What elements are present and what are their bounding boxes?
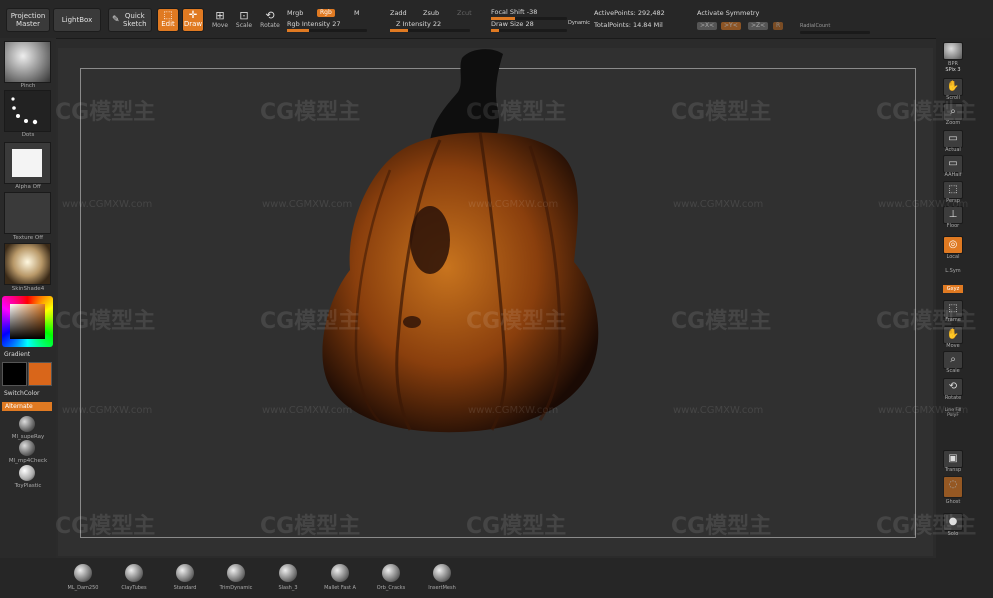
watermark-url: www.CGMXW.com	[262, 405, 353, 416]
watermark-logo: CG模型主	[876, 100, 977, 125]
watermark-logo: CG模型主	[671, 309, 772, 334]
scale-view-label: Scale	[946, 368, 960, 374]
actual-button[interactable]: ▭	[943, 130, 963, 148]
watermark-logo: CG模型主	[55, 309, 156, 334]
watermark-logo: CG模型主	[260, 100, 361, 125]
brush-standard-label: Standard	[173, 585, 197, 591]
rotate-view-icon: ⟲	[948, 381, 958, 392]
watermark-logo: CG模型主	[260, 514, 361, 539]
persp-button[interactable]: ⬚	[943, 181, 963, 199]
watermark-url: www.CGMXW.com	[262, 199, 353, 210]
lsym-button[interactable]: L.Sym	[938, 268, 968, 274]
xyz-button[interactable]: Gxyz	[943, 285, 963, 293]
brush-trimdynamic-label: TrimDynamic	[219, 585, 253, 591]
pumpkin-cavity	[410, 206, 450, 274]
transp-button[interactable]: ▣	[943, 450, 963, 468]
rotate-view-button[interactable]: ⟲	[943, 378, 963, 396]
local-button[interactable]: ◎	[943, 236, 963, 254]
brush-claytubes[interactable]	[125, 564, 143, 582]
watermark-url: www.CGMXW.com	[468, 405, 559, 416]
actual-icon: ▭	[948, 133, 958, 144]
local-icon: ◎	[948, 239, 958, 250]
watermark-logo: CG模型主	[466, 514, 567, 539]
brush-slash3-label: Slash_3	[278, 585, 298, 591]
brush-ml-dam250-label: ML_Dam250	[67, 585, 99, 591]
aahalf-label: AAHalf	[944, 172, 962, 178]
brush-mallet-fast[interactable]	[331, 564, 349, 582]
watermark-logo: CG模型主	[466, 309, 567, 334]
spix-label[interactable]: SPix 3	[938, 67, 968, 73]
brush-mallet-fast-label: Mallet Fast A	[324, 585, 356, 591]
persp-icon: ⬚	[948, 184, 958, 195]
transp-icon: ▣	[948, 453, 958, 464]
watermark-logo: CG模型主	[55, 100, 156, 125]
watermark-url: www.CGMXW.com	[468, 199, 559, 210]
scroll-icon: ✋	[946, 81, 960, 92]
ghost-icon: ◌	[948, 479, 958, 490]
aahalf-button[interactable]: ▭	[943, 155, 963, 173]
bottom-brush-shelf: ML_Dam250 ClayTubes Standard TrimDynamic…	[0, 558, 936, 598]
watermark-logo: CG模型主	[671, 514, 772, 539]
watermark-logo: CG模型主	[466, 100, 567, 125]
watermark-url: www.CGMXW.com	[878, 199, 969, 210]
watermark-url: www.CGMXW.com	[673, 199, 764, 210]
watermark-url: www.CGMXW.com	[878, 405, 969, 416]
scale-view-button[interactable]: ⌕	[943, 351, 963, 369]
watermark-logo: CG模型主	[876, 309, 977, 334]
floor-icon: ⊥	[948, 209, 958, 220]
watermark-logo: CG模型主	[671, 100, 772, 125]
ghost-button[interactable]: ◌	[943, 476, 963, 498]
watermark-logo: CG模型主	[55, 514, 156, 539]
pumpkin-dent	[403, 316, 421, 328]
ghost-label: Ghost	[945, 499, 961, 505]
brush-claytubes-label: ClayTubes	[121, 585, 147, 591]
brush-insertmesh[interactable]	[433, 564, 451, 582]
move-view-label: Move	[946, 343, 960, 349]
bpr-button[interactable]	[943, 42, 963, 60]
brush-orb-cracks[interactable]	[382, 564, 400, 582]
actual-label: Actual	[945, 147, 961, 153]
scale-view-icon: ⌕	[950, 354, 956, 365]
brush-ml-dam250[interactable]	[74, 564, 92, 582]
rotate-view-label: Rotate	[944, 395, 962, 401]
local-label: Local	[946, 254, 960, 260]
watermark-logo: CG模型主	[260, 309, 361, 334]
brush-trimdynamic[interactable]	[227, 564, 245, 582]
transp-label: Transp	[944, 467, 962, 473]
floor-label: Floor	[946, 223, 960, 229]
brush-insertmesh-label: InsertMesh	[428, 585, 456, 591]
brush-orb-cracks-label: Orb_Cracks	[376, 585, 406, 591]
watermark-logo: CG模型主	[876, 514, 977, 539]
watermark-url: www.CGMXW.com	[673, 405, 764, 416]
aahalf-icon: ▭	[948, 158, 958, 169]
watermark-url: www.CGMXW.com	[62, 199, 153, 210]
brush-slash3[interactable]	[279, 564, 297, 582]
watermark-url: www.CGMXW.com	[62, 405, 153, 416]
brush-standard[interactable]	[176, 564, 194, 582]
